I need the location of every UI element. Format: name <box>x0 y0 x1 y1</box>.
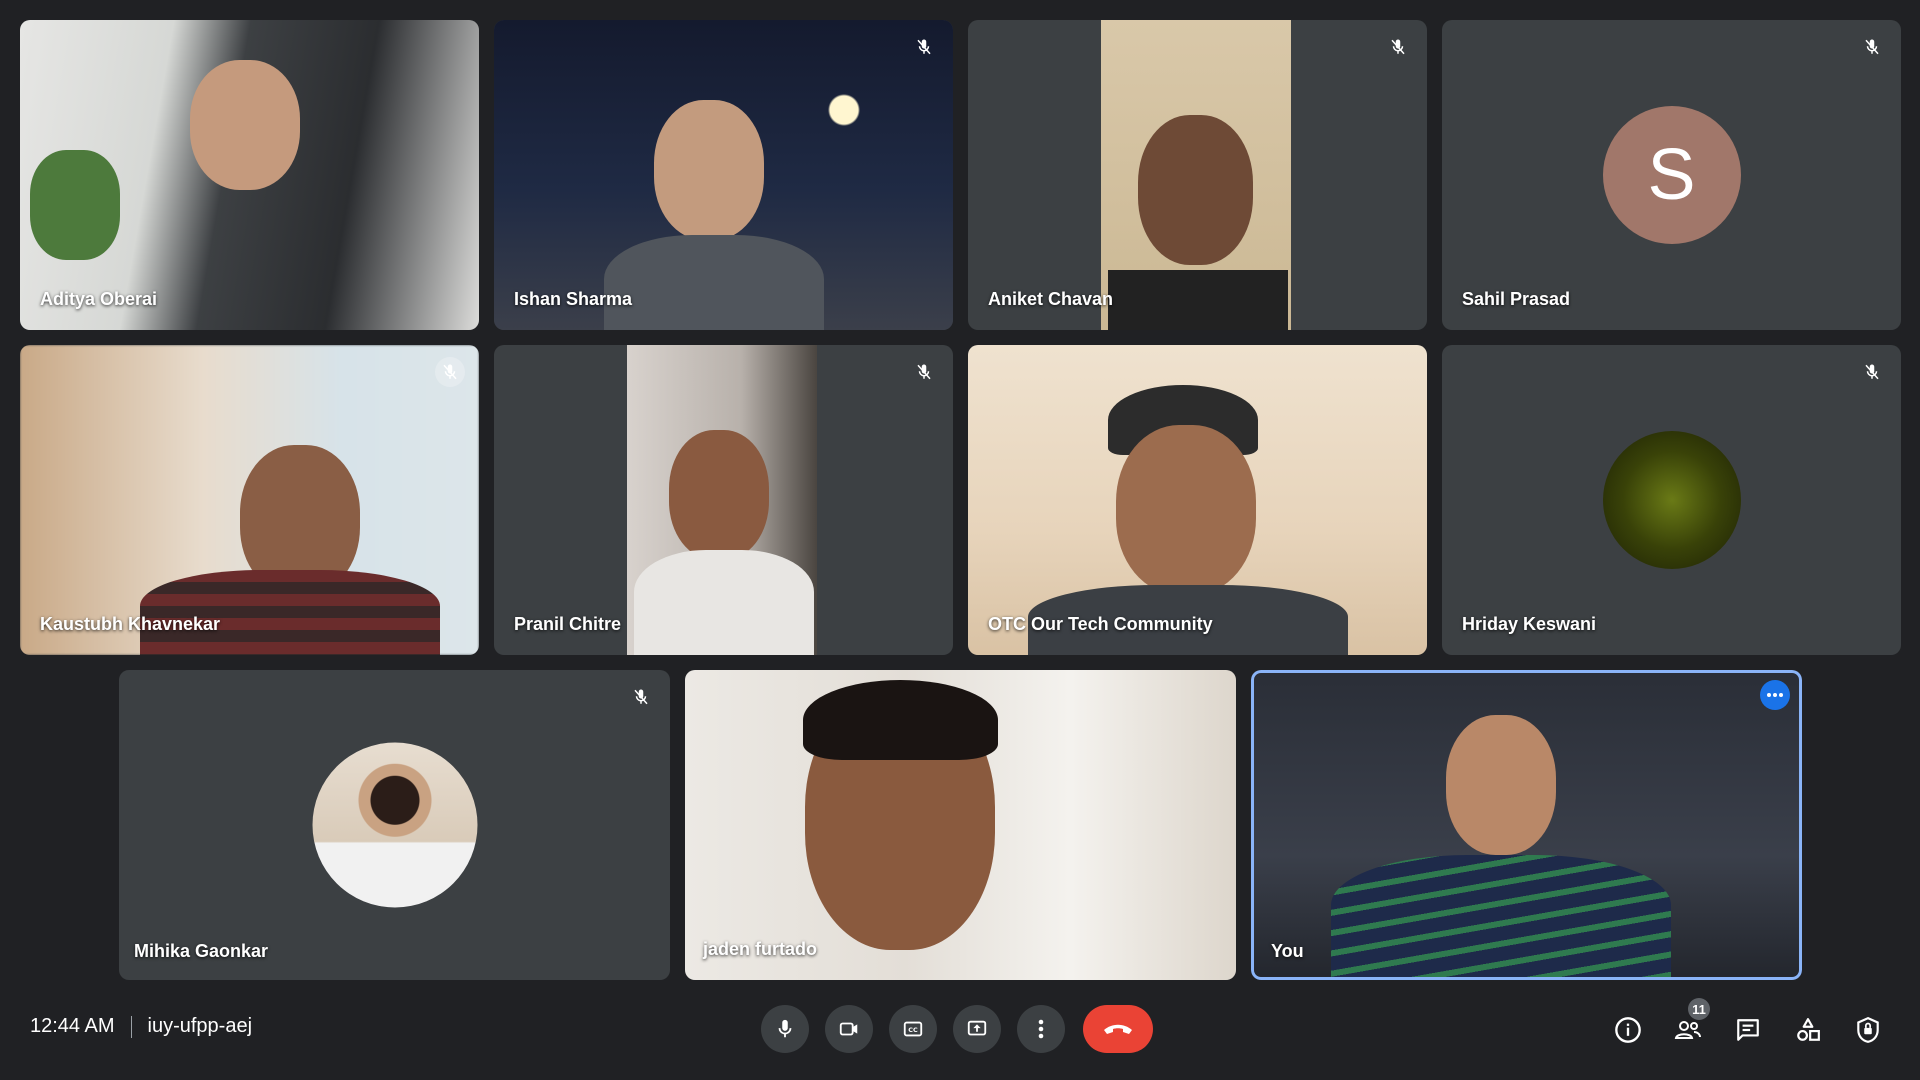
participant-tile-otc[interactable]: OTC Our Tech Community <box>968 345 1427 655</box>
more-options-button[interactable] <box>1017 1005 1065 1053</box>
activities-icon <box>1797 1018 1820 1041</box>
participant-name: OTC Our Tech Community <box>988 614 1213 634</box>
people-button[interactable]: 11 <box>1670 998 1710 1048</box>
svg-text:CC: CC <box>908 1026 918 1034</box>
captions-button[interactable]: CC <box>889 1005 937 1053</box>
participant-body <box>140 570 440 655</box>
mic-off-icon <box>435 357 465 387</box>
participant-name: jaden furtado <box>703 939 818 959</box>
participant-tile-sahil[interactable]: S Sahil Prasad <box>1442 20 1901 330</box>
participant-name: Sahil Prasad <box>1462 289 1571 309</box>
meeting-details-button[interactable] <box>1610 1012 1646 1048</box>
meeting-time: 12:44 AM <box>30 1015 115 1037</box>
meeting-info: 12:44 AM iuy-ufpp-aej <box>30 1015 252 1038</box>
divider <box>130 1015 132 1038</box>
participant-body <box>1108 270 1288 330</box>
participant-tile-kaustubh[interactable]: Kaustubh Khavnekar <box>20 345 479 655</box>
mic-off-icon <box>909 357 939 387</box>
participant-name: Ishan Sharma <box>514 289 633 309</box>
participant-body <box>604 235 824 330</box>
participant-tile-aniket[interactable]: Aniket Chavan <box>968 20 1427 330</box>
info-icon <box>1615 1017 1641 1043</box>
mic-off-icon <box>909 32 939 62</box>
more-options-button[interactable] <box>1760 680 1790 710</box>
participant-tile-jaden[interactable]: jaden furtado <box>685 670 1236 980</box>
participant-face <box>190 60 300 190</box>
chat-button[interactable] <box>1730 1012 1766 1048</box>
participant-tile-mihika[interactable]: Mihika Gaonkar <box>119 670 670 980</box>
participant-face <box>1446 715 1556 855</box>
participant-name: Hriday Keswani <box>1462 614 1597 634</box>
participant-tile-pranil[interactable]: Pranil Chitre <box>494 345 953 655</box>
participant-tile-ishan[interactable]: Ishan Sharma <box>494 20 953 330</box>
participant-name: Aniket Chavan <box>988 289 1114 309</box>
participant-name: You <box>1271 941 1304 961</box>
participant-tile-aditya[interactable]: Aditya Oberai <box>20 20 479 330</box>
chat-icon <box>1737 1019 1759 1041</box>
host-controls-icon <box>1857 1016 1879 1043</box>
meeting-code: iuy-ufpp-aej <box>147 1015 253 1037</box>
people-icon <box>1674 1021 1701 1039</box>
participant-body <box>634 550 814 655</box>
mic-button[interactable] <box>761 1005 809 1053</box>
mic-off-icon <box>1857 357 1887 387</box>
participant-hair <box>803 680 998 760</box>
participant-body <box>1331 855 1671 980</box>
avatar <box>1602 431 1741 569</box>
participant-face <box>669 430 769 560</box>
plant-decoration <box>30 150 120 260</box>
participant-tile-self[interactable]: You <box>1251 670 1802 980</box>
mic-off-icon <box>1383 32 1413 62</box>
leave-call-button[interactable] <box>1083 1005 1153 1053</box>
activities-button[interactable] <box>1790 1012 1826 1048</box>
avatar: S <box>1602 106 1741 244</box>
captions-icon: CC <box>903 1021 923 1037</box>
mic-off-icon <box>626 682 656 712</box>
mic-off-icon <box>1857 32 1887 62</box>
hangup-icon <box>1104 1024 1132 1034</box>
avatar <box>312 742 477 908</box>
participant-name: Pranil Chitre <box>514 614 622 634</box>
participant-tile-hriday[interactable]: Hriday Keswani <box>1442 345 1901 655</box>
people-count-badge: 11 <box>1688 998 1710 1020</box>
participant-face <box>1116 425 1256 595</box>
participant-face <box>1138 115 1253 265</box>
participant-face <box>654 100 764 240</box>
present-button[interactable] <box>953 1005 1001 1053</box>
host-controls-button[interactable] <box>1850 1012 1886 1048</box>
more-horiz-icon <box>1767 693 1783 697</box>
mic-icon <box>778 1019 792 1038</box>
participant-name: Kaustubh Khavnekar <box>40 614 221 634</box>
more-vert-icon <box>1038 1019 1044 1039</box>
participant-name: Mihika Gaonkar <box>134 941 269 961</box>
camera-button[interactable] <box>825 1005 873 1053</box>
camera-icon <box>839 1022 858 1036</box>
present-icon <box>967 1020 987 1036</box>
participant-name: Aditya Oberai <box>40 289 158 309</box>
